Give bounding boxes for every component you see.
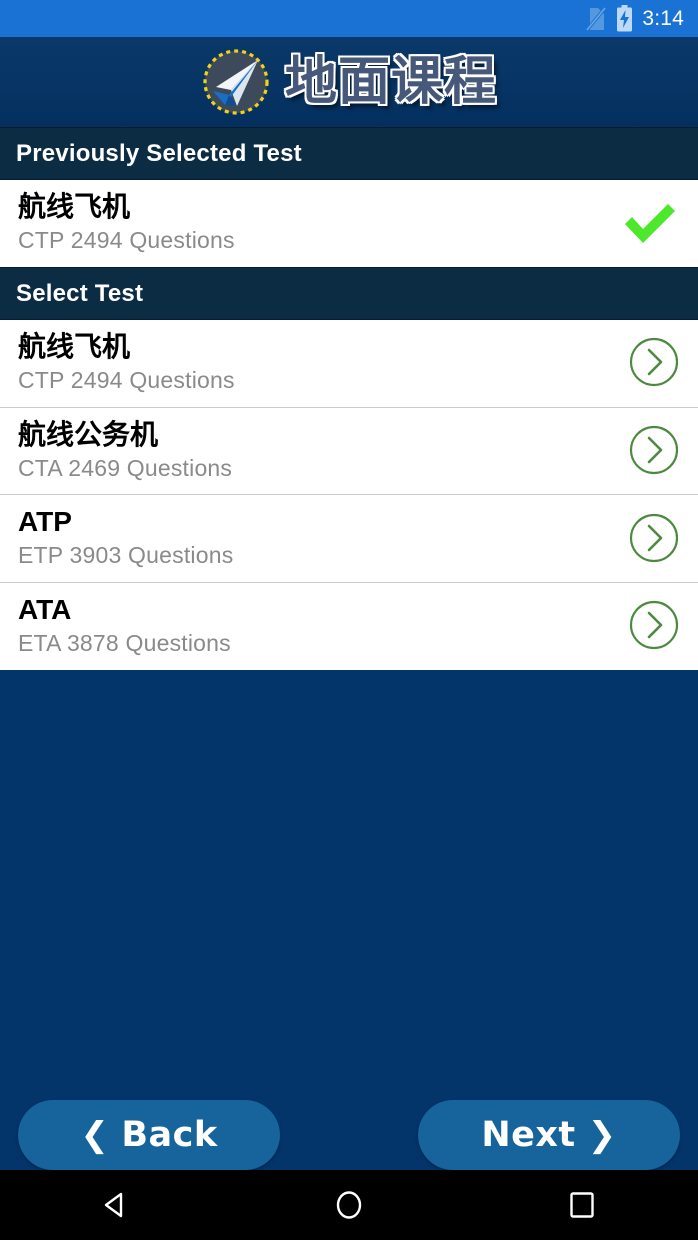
list-item-title: 航线飞机: [18, 330, 131, 363]
no-sim-icon: [585, 6, 607, 32]
list-item-title: ATA: [18, 594, 72, 626]
footer-button-bar: ❮ Back Next ❯: [0, 1100, 698, 1170]
list-item-test-1[interactable]: 航线公务机 CTA 2469 Questions: [0, 407, 698, 496]
chevron-right-circle-icon[interactable]: [628, 336, 680, 388]
android-navigation-bar: [0, 1170, 698, 1240]
android-back-icon[interactable]: [76, 1170, 156, 1240]
android-recents-icon[interactable]: [542, 1170, 622, 1240]
row-text-group: 航线飞机 CTP 2494 Questions: [18, 330, 235, 394]
list-item-previously-selected[interactable]: 航线飞机 CTP 2494 Questions: [0, 180, 698, 267]
list-item-test-3[interactable]: ATA ETA 3878 Questions: [0, 582, 698, 670]
row-text-group: 航线公务机 CTA 2469 Questions: [18, 417, 233, 482]
select-test-list: 航线飞机 CTP 2494 Questions 航线公务机 CTA 2469 Q…: [0, 320, 698, 670]
row-text-group: 航线飞机 CTP 2494 Questions: [18, 190, 235, 254]
list-item-title: ATP: [18, 506, 72, 538]
chevron-right-circle-icon[interactable]: [628, 512, 680, 564]
list-item-subtitle: CTP 2494 Questions: [18, 367, 235, 394]
list-item-subtitle: ETP 3903 Questions: [18, 542, 234, 569]
next-button-label: Next: [481, 1115, 576, 1155]
status-bar-clock: 3:14: [642, 7, 684, 30]
list-item-test-2[interactable]: ATP ETP 3903 Questions: [0, 495, 698, 583]
next-button[interactable]: Next ❯: [418, 1100, 680, 1170]
row-text-group: ATA ETA 3878 Questions: [18, 594, 231, 657]
list-item-title: 航线公务机: [18, 417, 159, 451]
chevron-right-icon: ❯: [587, 1115, 617, 1155]
section-header-previously-selected: Previously Selected Test: [0, 127, 698, 180]
back-button-label: Back: [121, 1115, 218, 1155]
paper-airplane-logo-icon: [201, 47, 271, 117]
check-icon: [620, 198, 680, 248]
list-item-test-0[interactable]: 航线飞机 CTP 2494 Questions: [0, 320, 698, 408]
app-header: 地面课程: [0, 37, 698, 127]
chevron-right-circle-icon[interactable]: [628, 599, 680, 651]
section-header-label: Previously Selected Test: [16, 139, 302, 167]
section-header-select-test: Select Test: [0, 267, 698, 320]
list-item-subtitle: ETA 3878 Questions: [18, 630, 231, 657]
previously-selected-test-list: 航线飞机 CTP 2494 Questions: [0, 180, 698, 267]
android-home-icon[interactable]: [309, 1170, 389, 1240]
section-header-label: Select Test: [16, 279, 144, 307]
phone-screen: 3:14 地面课程 Previously Selected Test 航线飞机 …: [0, 0, 698, 1240]
row-text-group: ATP ETP 3903 Questions: [18, 506, 233, 569]
back-button[interactable]: ❮ Back: [18, 1100, 280, 1170]
app-title: 地面课程: [284, 52, 497, 112]
status-bar: 3:14: [0, 0, 698, 37]
list-item-subtitle: CTA 2469 Questions: [18, 454, 233, 481]
list-item-subtitle: CTP 2494 Questions: [18, 227, 235, 254]
chevron-right-circle-icon[interactable]: [628, 424, 680, 476]
battery-charging-icon: [616, 5, 633, 32]
list-item-title: 航线飞机: [18, 190, 131, 224]
chevron-left-icon: ❮: [80, 1115, 110, 1155]
